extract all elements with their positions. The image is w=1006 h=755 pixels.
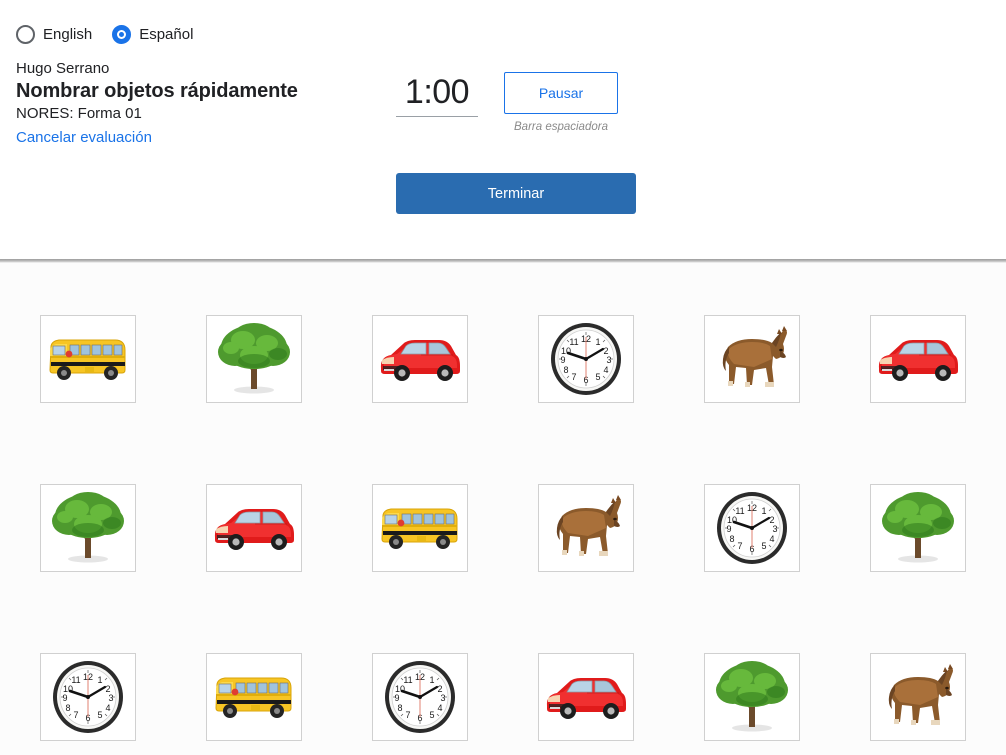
svg-text:8: 8 xyxy=(397,703,402,713)
stimulus-tile-tree xyxy=(870,484,966,572)
svg-text:8: 8 xyxy=(65,703,70,713)
clock-icon: 12 1 2 3 4 5 6 7 8 9 10 11 xyxy=(714,490,790,566)
horse-icon xyxy=(710,323,794,395)
stimulus-tile-clock: 12 1 2 3 4 5 6 7 8 9 10 11 xyxy=(704,484,800,572)
assessment-meta: Hugo Serrano Nombrar objetos rápidamente… xyxy=(16,59,346,149)
red-car-icon xyxy=(875,335,961,383)
clock-icon: 12 1 2 3 4 5 6 7 8 9 10 11 xyxy=(382,659,458,735)
language-option-espanol[interactable]: Español xyxy=(112,25,193,44)
tree-icon xyxy=(877,490,959,566)
timer-panel: 1:00 Pausar Barra espaciadora xyxy=(396,72,636,134)
pause-control: Pausar Barra espaciadora xyxy=(504,72,618,134)
svg-text:4: 4 xyxy=(603,365,608,375)
stimulus-tile-clock: 12 1 2 3 4 5 6 7 8 9 10 11 xyxy=(40,653,136,741)
stimulus-grid-area: 12 1 2 3 4 5 6 7 8 9 10 11 12 1 2 3 4 5 … xyxy=(0,263,1006,755)
stimulus-tile-tree xyxy=(206,315,302,403)
language-option-english-label: English xyxy=(43,26,93,43)
language-selector: English Español xyxy=(16,25,193,44)
svg-text:4: 4 xyxy=(437,703,442,713)
stimulus-tile-tree xyxy=(704,653,800,741)
stimulus-tile-red-car xyxy=(372,315,468,403)
student-name: Hugo Serrano xyxy=(16,60,110,77)
red-car-icon xyxy=(211,504,297,552)
stimulus-tile-school-bus xyxy=(206,653,302,741)
clock-icon: 12 1 2 3 4 5 6 7 8 9 10 11 xyxy=(50,659,126,735)
timer-display: 1:00 xyxy=(396,72,478,117)
svg-text:7: 7 xyxy=(571,372,576,382)
stimulus-tile-red-car xyxy=(538,653,634,741)
red-car-icon xyxy=(377,335,463,383)
stimulus-tile-tree xyxy=(40,484,136,572)
svg-text:3: 3 xyxy=(606,355,611,365)
cancel-assessment-link[interactable]: Cancelar evaluación xyxy=(16,127,152,149)
svg-text:7: 7 xyxy=(73,710,78,720)
horse-icon xyxy=(876,661,960,733)
stimulus-tile-horse xyxy=(704,315,800,403)
svg-text:1: 1 xyxy=(595,337,600,347)
svg-text:9: 9 xyxy=(560,355,565,365)
horse-icon xyxy=(544,492,628,564)
svg-text:1: 1 xyxy=(97,675,102,685)
radio-checked-icon xyxy=(112,25,132,44)
tree-icon xyxy=(213,321,295,397)
tree-icon xyxy=(47,490,129,566)
pause-button[interactable]: Pausar xyxy=(504,72,618,114)
stimulus-tile-clock: 12 1 2 3 4 5 6 7 8 9 10 11 xyxy=(538,315,634,403)
svg-text:9: 9 xyxy=(62,693,67,703)
form-id: NORES: Forma 01 xyxy=(16,105,142,122)
svg-text:4: 4 xyxy=(769,534,774,544)
finish-button[interactable]: Terminar xyxy=(396,173,636,214)
svg-text:3: 3 xyxy=(440,693,445,703)
svg-text:3: 3 xyxy=(772,524,777,534)
svg-text:9: 9 xyxy=(394,693,399,703)
assessment-header: English Español Hugo Serrano Nombrar obj… xyxy=(0,0,1006,263)
svg-text:11: 11 xyxy=(403,675,412,685)
svg-text:11: 11 xyxy=(569,337,578,347)
svg-text:7: 7 xyxy=(737,541,742,551)
school-bus-icon xyxy=(377,501,463,555)
page-title: Nombrar objetos rápidamente xyxy=(16,80,298,102)
svg-text:11: 11 xyxy=(71,675,80,685)
radio-unchecked-icon xyxy=(16,25,35,44)
svg-text:5: 5 xyxy=(97,710,102,720)
red-car-icon xyxy=(543,673,629,721)
svg-text:7: 7 xyxy=(405,710,410,720)
timer-row: 1:00 Pausar Barra espaciadora xyxy=(396,72,636,134)
svg-text:1: 1 xyxy=(761,506,766,516)
school-bus-icon xyxy=(211,670,297,724)
stimulus-tile-clock: 12 1 2 3 4 5 6 7 8 9 10 11 xyxy=(372,653,468,741)
stimulus-tile-red-car xyxy=(206,484,302,572)
svg-text:8: 8 xyxy=(729,534,734,544)
stimulus-tile-school-bus xyxy=(40,315,136,403)
svg-text:9: 9 xyxy=(726,524,731,534)
svg-text:8: 8 xyxy=(563,365,568,375)
stimulus-grid: 12 1 2 3 4 5 6 7 8 9 10 11 12 1 2 3 4 5 … xyxy=(0,263,1006,741)
stimulus-tile-horse xyxy=(870,653,966,741)
language-option-english[interactable]: English xyxy=(16,25,92,44)
stimulus-tile-horse xyxy=(538,484,634,572)
svg-text:5: 5 xyxy=(595,372,600,382)
clock-icon: 12 1 2 3 4 5 6 7 8 9 10 11 xyxy=(548,321,624,397)
pause-shortcut-hint: Barra espaciadora xyxy=(514,121,608,133)
svg-text:5: 5 xyxy=(429,710,434,720)
svg-text:5: 5 xyxy=(761,541,766,551)
tree-icon xyxy=(711,659,793,735)
svg-text:3: 3 xyxy=(108,693,113,703)
language-option-espanol-label: Español xyxy=(139,26,194,43)
svg-text:1: 1 xyxy=(429,675,434,685)
school-bus-icon xyxy=(45,332,131,386)
stimulus-tile-school-bus xyxy=(372,484,468,572)
svg-text:4: 4 xyxy=(105,703,110,713)
svg-text:11: 11 xyxy=(735,506,744,516)
stimulus-tile-red-car xyxy=(870,315,966,403)
